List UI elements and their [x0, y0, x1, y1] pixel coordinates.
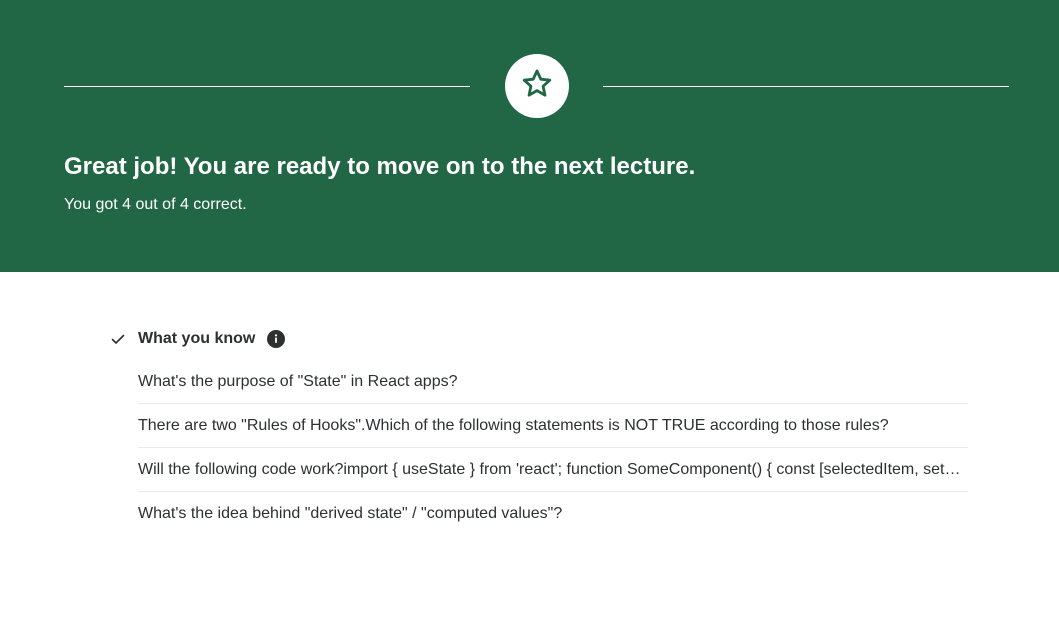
- info-icon[interactable]: [267, 330, 286, 348]
- star-icon: [520, 67, 554, 106]
- question-item[interactable]: What's the purpose of "State" in React a…: [138, 360, 968, 404]
- divider-left: [64, 86, 470, 87]
- question-item[interactable]: What's the idea behind "derived state" /…: [138, 492, 968, 536]
- section-title: What you know: [138, 330, 256, 347]
- divider-right: [603, 86, 1009, 87]
- score-text: You got 4 out of 4 correct.: [64, 196, 247, 213]
- question-list: What's the purpose of "State" in React a…: [138, 360, 968, 536]
- what-you-know-section: What you know What's the purpose of "Sta…: [108, 326, 968, 536]
- result-banner: Great job! You are ready to move on to t…: [0, 0, 1059, 272]
- check-icon: [109, 330, 127, 348]
- section-header: What you know: [108, 326, 968, 352]
- star-badge: [505, 54, 569, 118]
- result-headline: Great job! You are ready to move on to t…: [64, 153, 696, 180]
- question-item[interactable]: There are two "Rules of Hooks".Which of …: [138, 404, 968, 448]
- question-item[interactable]: Will the following code work?import { us…: [138, 448, 968, 492]
